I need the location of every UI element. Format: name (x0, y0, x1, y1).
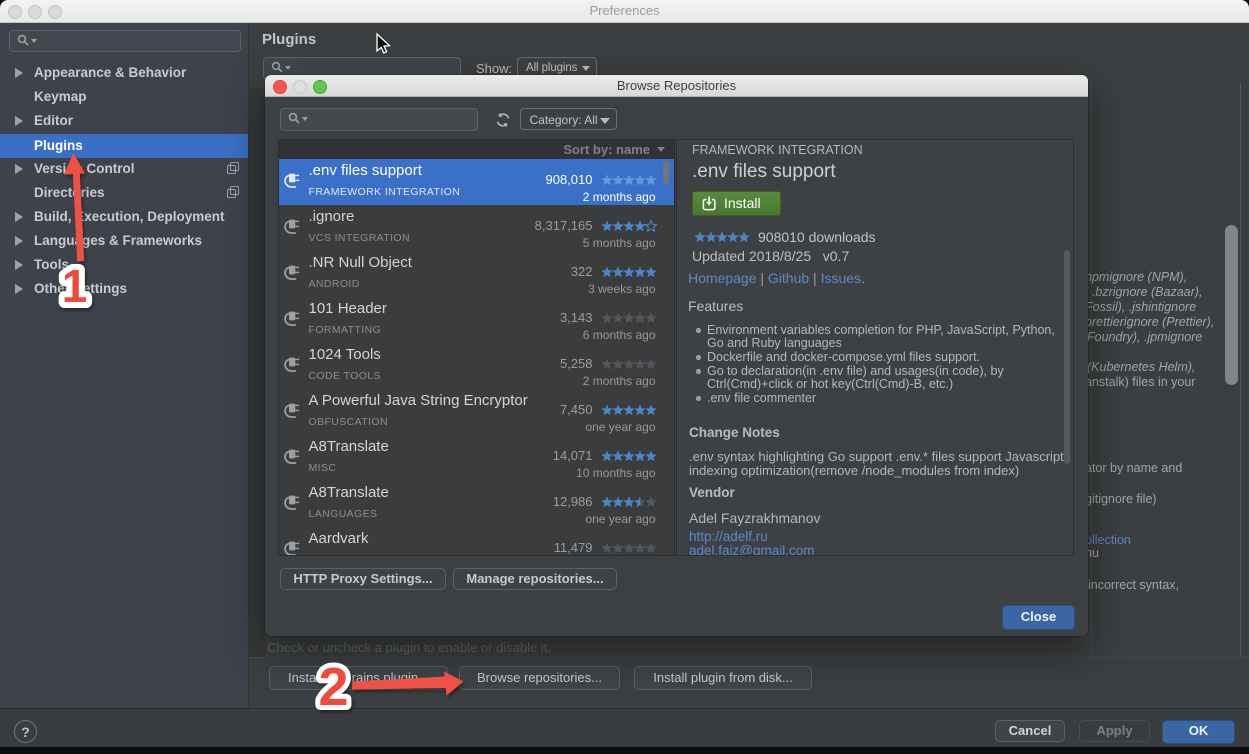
svg-text:2: 2 (318, 657, 348, 717)
svg-text:1: 1 (62, 260, 88, 312)
